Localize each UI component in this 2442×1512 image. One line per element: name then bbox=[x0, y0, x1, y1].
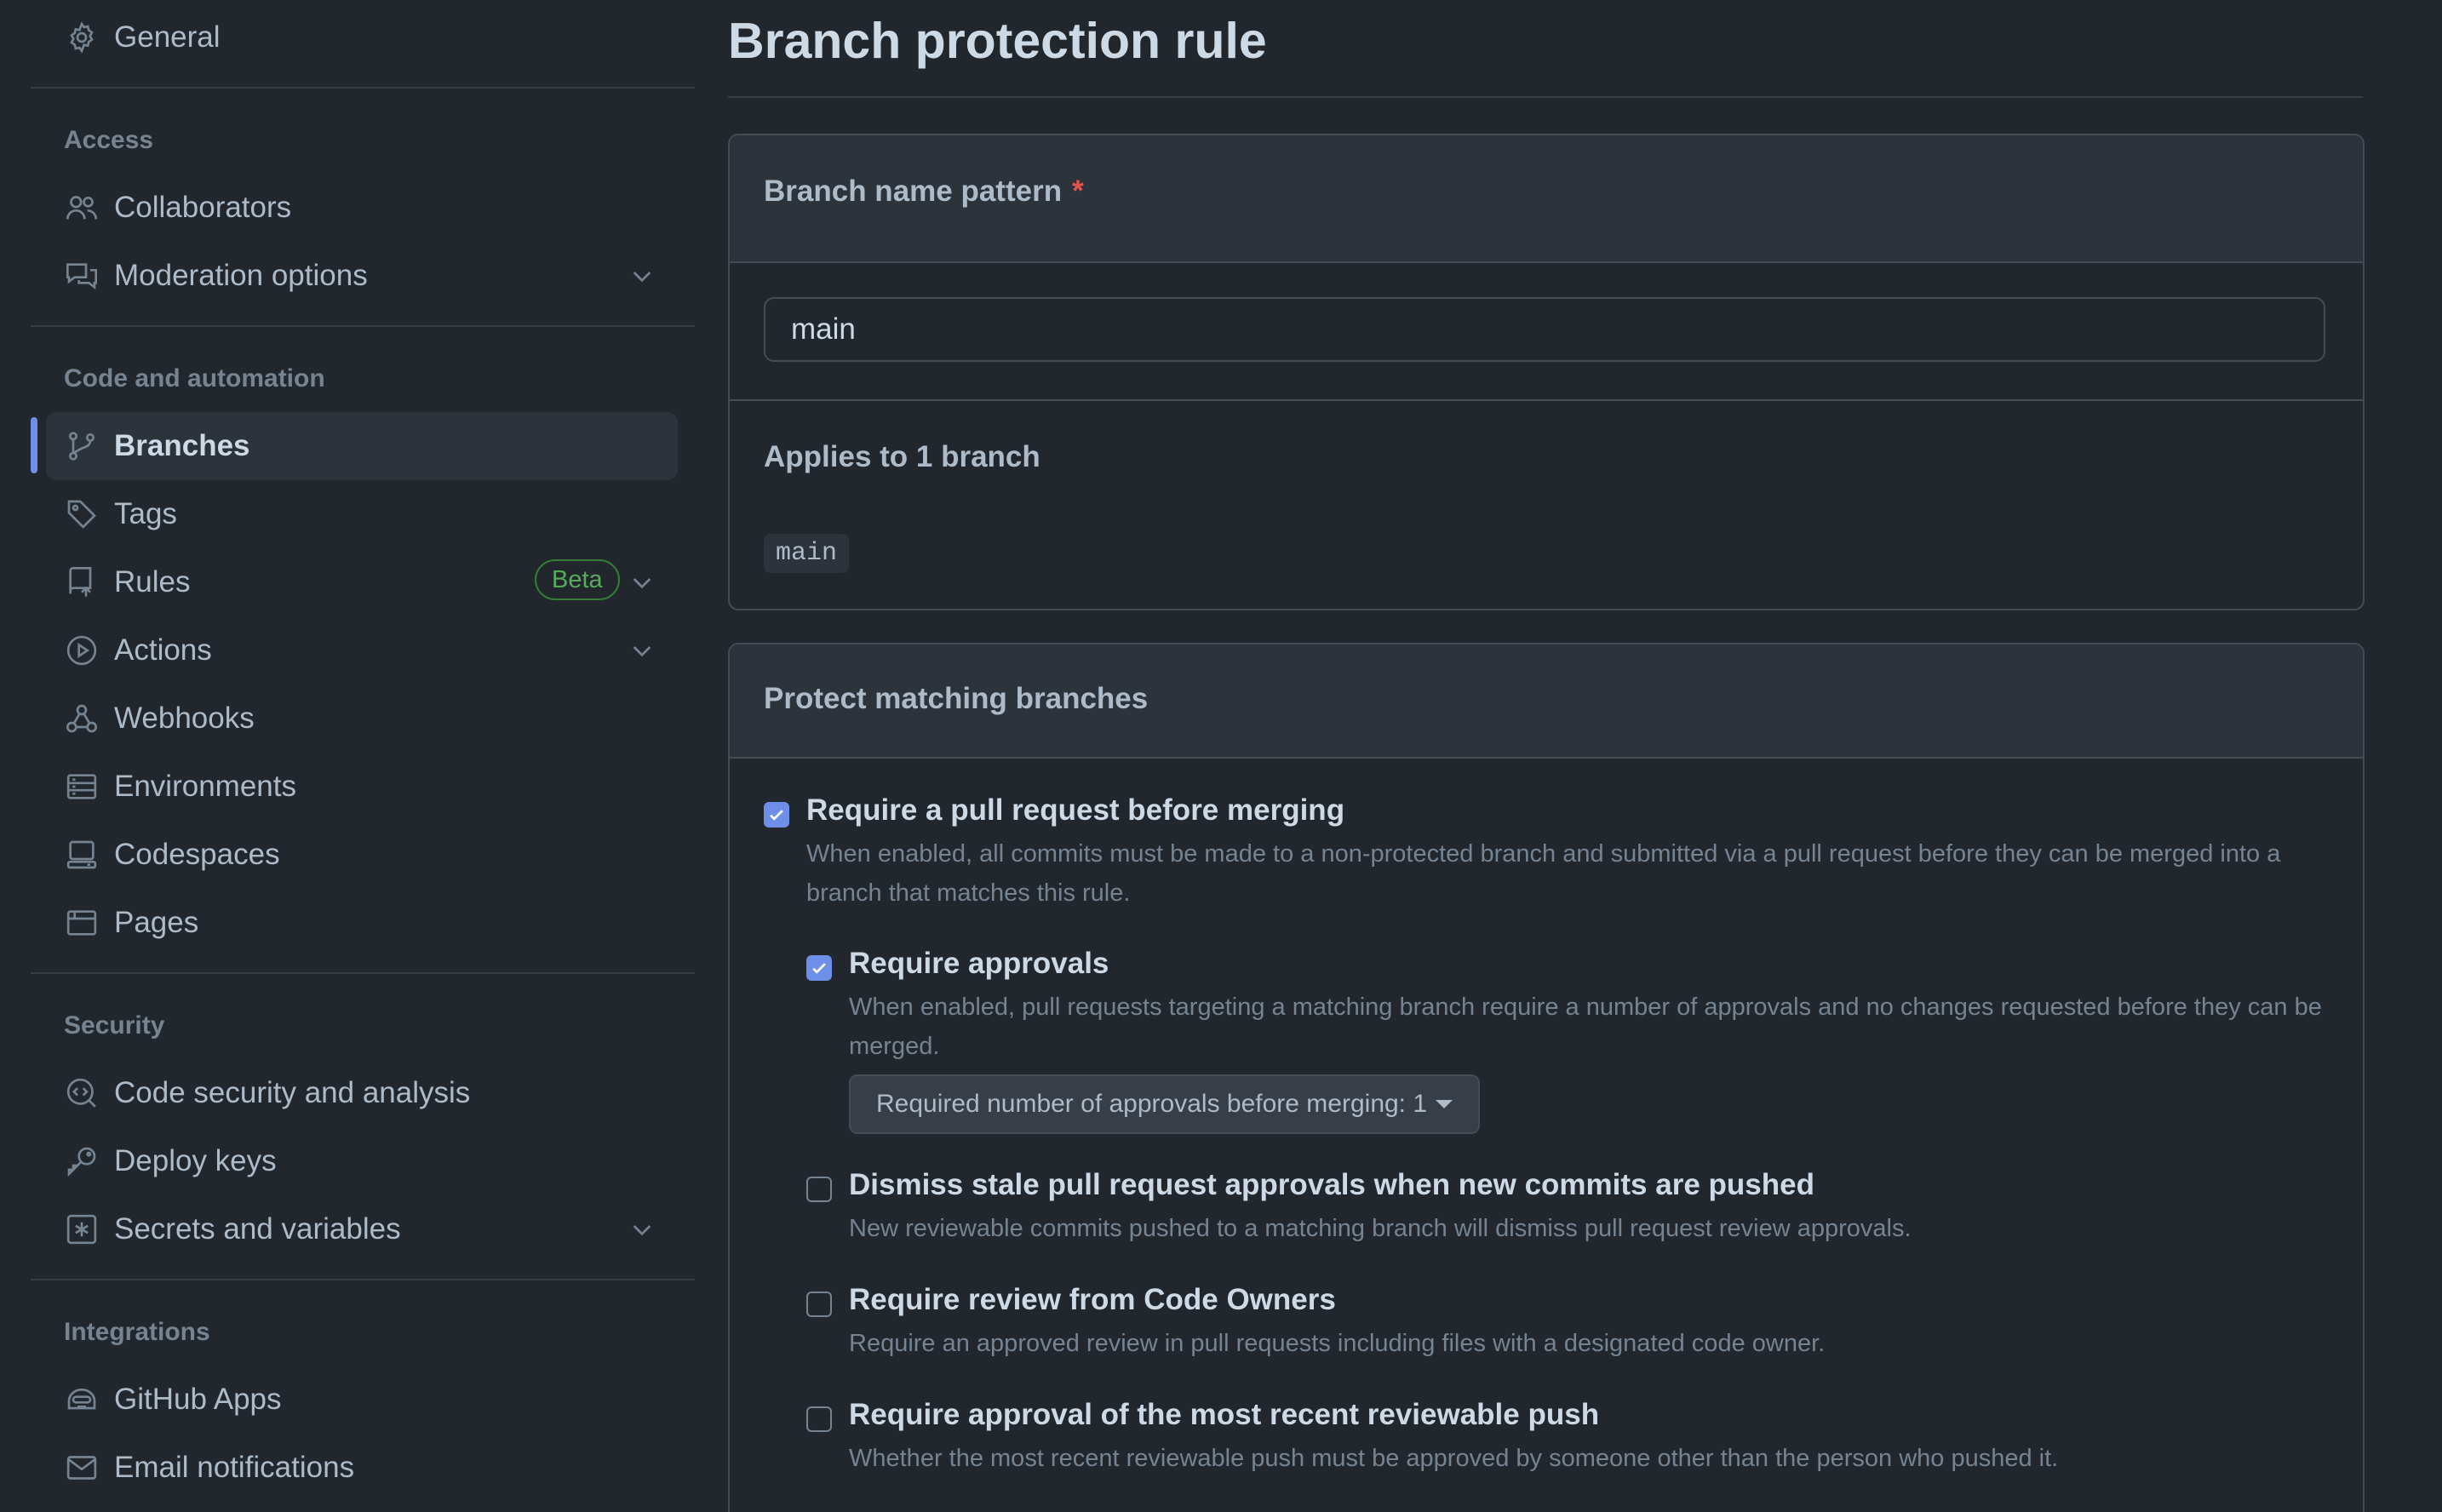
settings-sidebar: General Access Collaborators Moderation … bbox=[31, 0, 695, 1512]
chevron-down-icon[interactable] bbox=[628, 569, 656, 596]
beta-badge: Beta bbox=[535, 559, 620, 600]
check-icon bbox=[812, 963, 826, 974]
sidebar-item-actions[interactable]: Actions bbox=[46, 616, 678, 684]
option-title: Require review from Code Owners bbox=[849, 1283, 1336, 1316]
codescan-icon bbox=[63, 1074, 100, 1112]
option-description: New reviewable commits pushed to a match… bbox=[849, 1215, 1912, 1242]
box-header: Protect matching branches bbox=[730, 644, 2363, 759]
section-title-code-automation: Code and automation bbox=[64, 364, 325, 392]
sidebar-item-branches[interactable]: Branches bbox=[46, 412, 678, 480]
sidebar-item-label: Tags bbox=[114, 497, 177, 530]
sidebar-item-general[interactable]: General bbox=[46, 3, 678, 72]
chevron-down-icon[interactable] bbox=[628, 262, 656, 289]
key-icon bbox=[63, 1143, 100, 1180]
sidebar-item-label: Pages bbox=[114, 906, 199, 939]
box-header: Branch name pattern * bbox=[730, 135, 2363, 263]
sidebar-item-environments[interactable]: Environments bbox=[46, 753, 678, 821]
sidebar-item-webhooks[interactable]: Webhooks bbox=[46, 684, 678, 753]
server-icon bbox=[63, 768, 100, 805]
require-approvals-checkbox[interactable] bbox=[806, 955, 832, 981]
sidebar-item-label: Environments bbox=[114, 770, 296, 803]
sidebar-item-label: Rules bbox=[114, 565, 191, 598]
gear-icon bbox=[63, 19, 100, 56]
option-title: Require a pull request before merging bbox=[806, 793, 1345, 827]
sidebar-item-label: Secrets and variables bbox=[114, 1212, 401, 1246]
option-description: When enabled, pull requests targeting a … bbox=[849, 994, 2322, 1060]
tag-icon bbox=[63, 495, 100, 533]
active-indicator bbox=[31, 417, 37, 473]
applies-to-label: Applies to 1 branch bbox=[764, 440, 1040, 473]
title-divider bbox=[728, 96, 2363, 98]
hubot-icon bbox=[63, 1381, 100, 1418]
git-branch-icon bbox=[63, 427, 100, 465]
sidebar-item-code-security[interactable]: Code security and analysis bbox=[46, 1059, 678, 1127]
option-description: When enabled, all commits must be made t… bbox=[806, 840, 2281, 907]
mail-icon bbox=[63, 1449, 100, 1486]
sidebar-item-label: Deploy keys bbox=[114, 1144, 277, 1177]
sidebar-item-email-notifications[interactable]: Email notifications bbox=[46, 1434, 678, 1502]
required-approvals-select[interactable]: Required number of approvals before merg… bbox=[849, 1074, 1481, 1134]
page-title: Branch protection rule bbox=[728, 13, 1267, 69]
sidebar-item-label: Collaborators bbox=[114, 191, 292, 224]
comment-discussion-icon bbox=[63, 257, 100, 295]
sidebar-item-codespaces[interactable]: Codespaces bbox=[46, 821, 678, 889]
sidebar-divider bbox=[31, 87, 695, 89]
codespaces-icon bbox=[63, 836, 100, 873]
sidebar-item-label: Actions bbox=[114, 633, 212, 667]
sidebar-item-label: Codespaces bbox=[114, 838, 280, 871]
recent-push-checkbox[interactable] bbox=[806, 1406, 832, 1432]
sidebar-divider bbox=[31, 972, 695, 974]
key-asterisk-icon bbox=[63, 1211, 100, 1248]
section-title-access: Access bbox=[64, 126, 154, 154]
sidebar-item-secrets-variables[interactable]: Secrets and variables bbox=[46, 1195, 678, 1263]
branch-name-pattern-box: Branch name pattern * Applies to 1 branch… bbox=[728, 134, 2365, 610]
option-title: Require approvals bbox=[849, 947, 1109, 980]
chevron-down-icon[interactable] bbox=[628, 637, 656, 664]
sidebar-item-collaborators[interactable]: Collaborators bbox=[46, 174, 678, 242]
sidebar-item-github-apps[interactable]: GitHub Apps bbox=[46, 1366, 678, 1434]
option-title: Require approval of the most recent revi… bbox=[849, 1398, 1600, 1431]
require-pr-checkbox[interactable] bbox=[764, 802, 789, 828]
sidebar-item-label: Branches bbox=[114, 429, 250, 462]
sidebar-divider bbox=[31, 1279, 695, 1280]
sidebar-item-label: General bbox=[114, 20, 221, 54]
sidebar-divider bbox=[31, 325, 695, 327]
select-label: Required number of approvals before merg… bbox=[876, 1090, 1428, 1118]
check-icon bbox=[770, 810, 783, 821]
option-title: Dismiss stale pull request approvals whe… bbox=[849, 1168, 1814, 1201]
repo-push-icon bbox=[63, 564, 100, 601]
sidebar-item-moderation-options[interactable]: Moderation options bbox=[46, 242, 678, 310]
option-description: Require an approved review in pull reque… bbox=[849, 1330, 1826, 1357]
dismiss-stale-checkbox[interactable] bbox=[806, 1177, 832, 1202]
browser-icon bbox=[63, 904, 100, 942]
sidebar-item-label: Webhooks bbox=[114, 702, 255, 735]
code-owners-checkbox[interactable] bbox=[806, 1292, 832, 1317]
sidebar-item-label: Code security and analysis bbox=[114, 1076, 471, 1109]
caret-down-icon bbox=[1436, 1100, 1453, 1108]
protect-branches-header: Protect matching branches bbox=[764, 682, 1149, 715]
chevron-down-icon[interactable] bbox=[628, 1216, 656, 1243]
sidebar-item-tags[interactable]: Tags bbox=[46, 480, 678, 548]
sidebar-item-label: GitHub Apps bbox=[114, 1383, 282, 1416]
branch-name-pattern-input[interactable] bbox=[764, 297, 2325, 362]
sidebar-item-pages[interactable]: Pages bbox=[46, 889, 678, 957]
sidebar-item-label: Email notifications bbox=[114, 1451, 355, 1484]
required-marker: * bbox=[1072, 175, 1084, 208]
sidebar-item-label: Moderation options bbox=[114, 259, 368, 292]
box-divider bbox=[730, 399, 2363, 401]
webhook-icon bbox=[63, 700, 100, 737]
play-icon bbox=[63, 632, 100, 669]
section-title-integrations: Integrations bbox=[64, 1318, 210, 1346]
branch-name-pattern-label: Branch name pattern * bbox=[764, 175, 1084, 209]
sidebar-item-rules[interactable]: Rules Beta bbox=[46, 548, 678, 616]
branch-chip: main bbox=[764, 534, 850, 573]
label-text: Branch name pattern bbox=[764, 175, 1063, 208]
option-description: Whether the most recent reviewable push … bbox=[849, 1445, 2059, 1472]
section-title-security: Security bbox=[64, 1011, 165, 1040]
sidebar-item-deploy-keys[interactable]: Deploy keys bbox=[46, 1127, 678, 1195]
people-icon bbox=[63, 189, 100, 226]
